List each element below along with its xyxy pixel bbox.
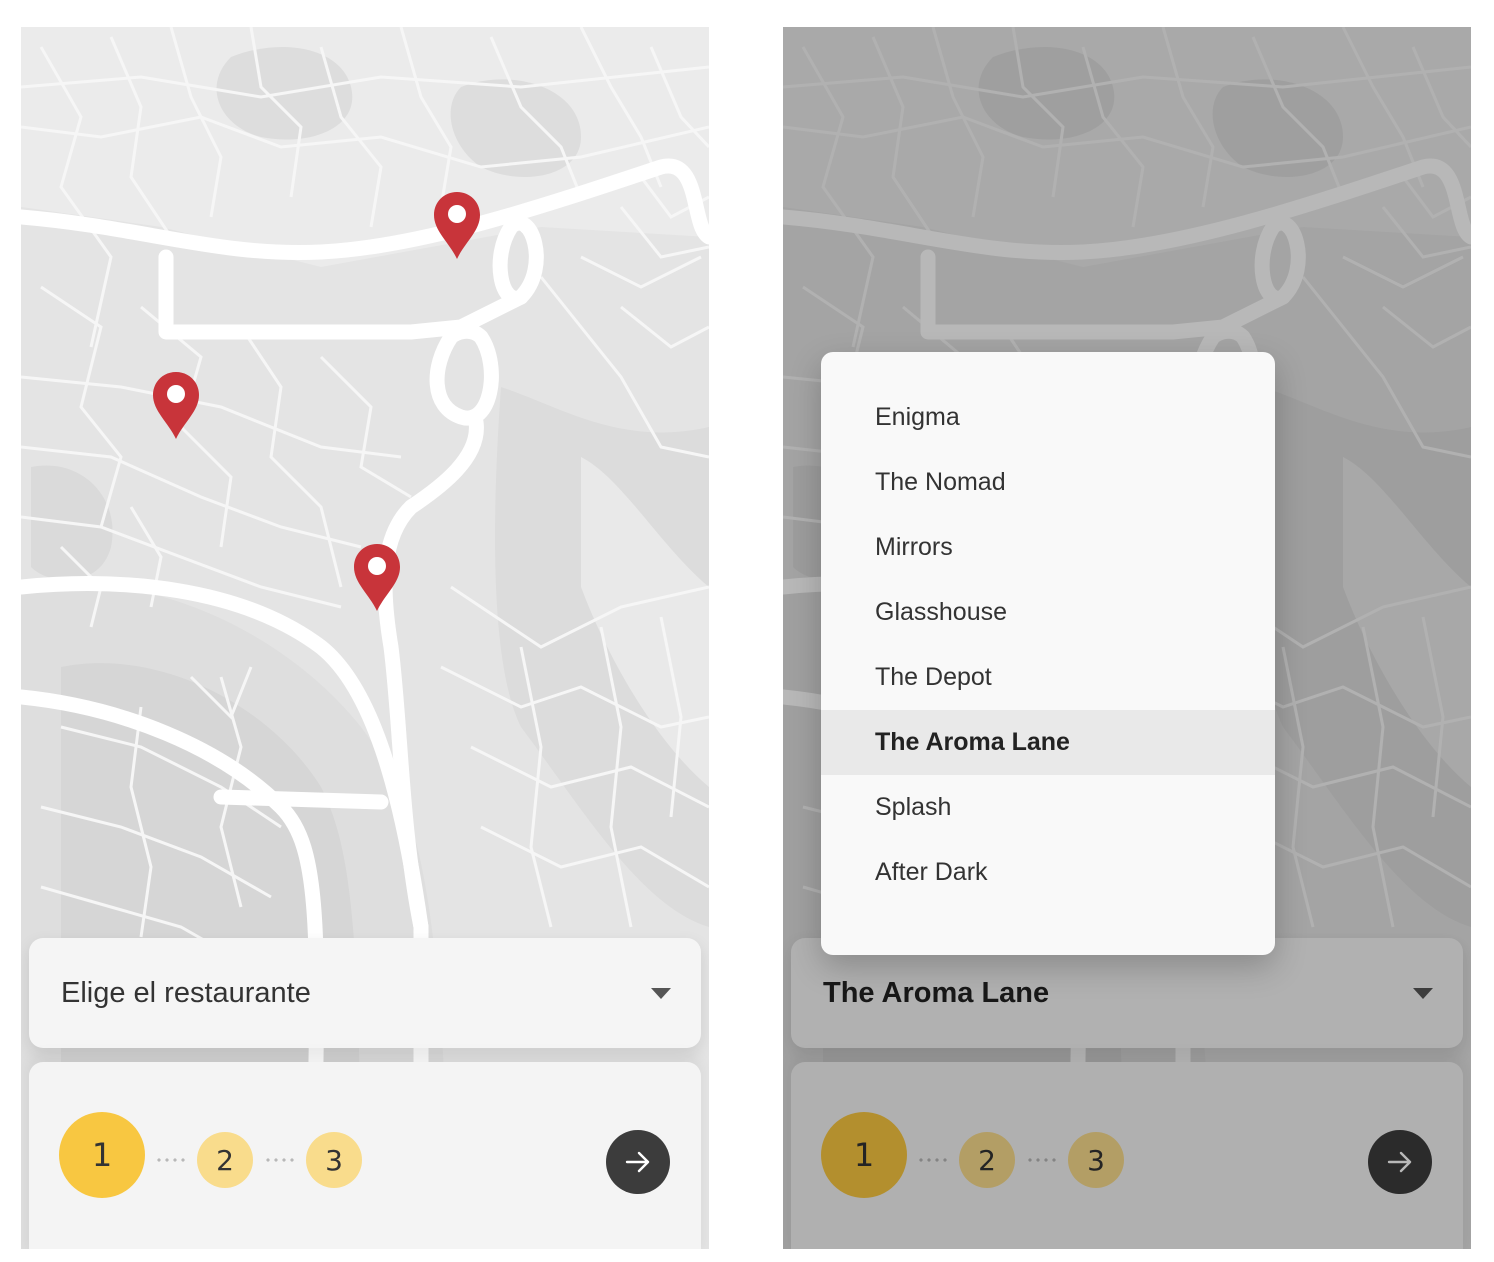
- arrow-right-icon: [625, 1151, 650, 1173]
- restaurant-select[interactable]: Elige el restaurante: [29, 938, 701, 1048]
- step-2: 2: [197, 1132, 253, 1188]
- dropdown-option[interactable]: Splash: [821, 775, 1275, 840]
- step-connector: [155, 1158, 189, 1162]
- step-connector: [264, 1158, 298, 1162]
- dropdown-option[interactable]: After Dark: [821, 840, 1275, 905]
- dropdown-option[interactable]: Glasshouse: [821, 580, 1275, 645]
- next-button[interactable]: [606, 1130, 670, 1194]
- stepper-card: 1 2 3: [29, 1062, 701, 1249]
- step-1-active: 1: [59, 1112, 145, 1198]
- screen-right: The Aroma Lane 1 2 3 Enigma The Nomad Mi…: [783, 27, 1471, 1249]
- dropdown-option[interactable]: The Nomad: [821, 450, 1275, 515]
- step-3: 3: [306, 1132, 362, 1188]
- dropdown-option-selected[interactable]: The Aroma Lane: [821, 710, 1275, 775]
- caret-down-icon: [651, 987, 671, 999]
- dropdown-option[interactable]: The Depot: [821, 645, 1275, 710]
- dropdown-option[interactable]: Enigma: [821, 385, 1275, 450]
- screen-left: Elige el restaurante 1 2 3: [21, 27, 709, 1249]
- restaurant-dropdown-menu: Enigma The Nomad Mirrors Glasshouse The …: [821, 352, 1275, 955]
- dropdown-option[interactable]: Mirrors: [821, 515, 1275, 580]
- restaurant-select-placeholder: Elige el restaurante: [61, 976, 311, 1009]
